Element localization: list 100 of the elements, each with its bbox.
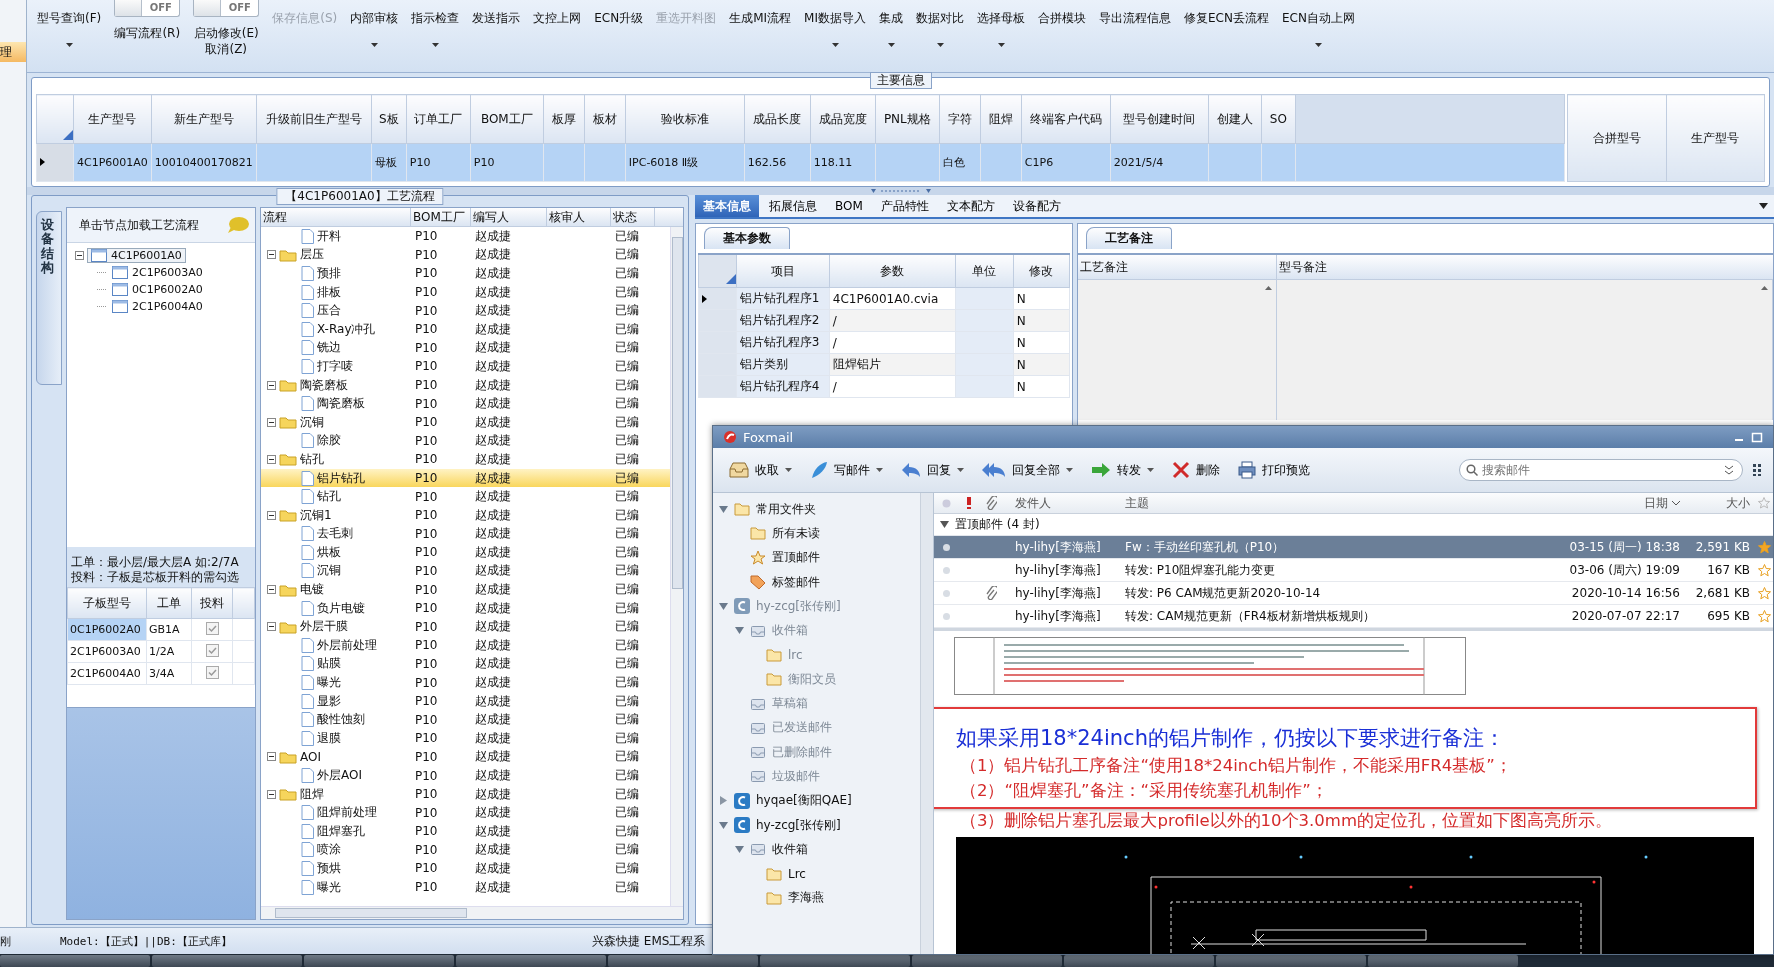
column-header[interactable]: 验收标准 (625, 94, 745, 144)
expand-toggle-icon[interactable] (267, 585, 276, 595)
table-row[interactable]: 打字唛 P10 赵成捷 已编 (261, 357, 670, 376)
column-header[interactable]: 型号备注 (1277, 255, 1773, 279)
column-header[interactable]: S板 (371, 94, 407, 144)
folder-item[interactable]: 置顶邮件 (772, 549, 820, 567)
expand-arrow-icon[interactable] (719, 504, 728, 514)
expand-arrow-icon[interactable] (735, 844, 744, 854)
dropdown-arrow-icon[interactable] (1759, 203, 1768, 209)
expand-toggle-icon[interactable] (267, 417, 276, 427)
table-row[interactable]: 沉铜 P10 赵成捷 已编 (261, 412, 670, 432)
toolbar-button[interactable]: 收取 (725, 459, 796, 481)
column-header[interactable]: 合拼型号 (1567, 94, 1666, 182)
table-row[interactable]: 钻孔 P10 赵成捷 已编 (261, 450, 670, 469)
table-row[interactable]: 曝光 P10 赵成捷 已编 (261, 877, 670, 897)
table-row[interactable]: 贴膜 P10 赵成捷 已编 (261, 654, 670, 674)
splitter-handle-icon[interactable] (870, 188, 931, 194)
table-row[interactable]: 酸性蚀刻 P10 赵成捷 已编 (261, 710, 670, 730)
column-header[interactable]: 工艺备注 (1078, 255, 1277, 279)
maximize-icon[interactable] (1751, 431, 1763, 443)
column-header[interactable]: 单位 (955, 254, 1014, 288)
toolbar-button[interactable]: 合拼模块 (1038, 0, 1086, 27)
toolbar-button[interactable]: MI数据导入 (804, 0, 866, 47)
table-row[interactable]: 外层干膜 P10 赵成捷 已编 (261, 617, 670, 637)
star-icon[interactable] (1758, 540, 1771, 554)
tab[interactable]: 拓展信息 (761, 195, 825, 217)
column-header[interactable]: 阻焊 (980, 94, 1022, 144)
column-header[interactable]: 字符 (939, 94, 981, 144)
toolbar-button[interactable]: 转发 (1087, 459, 1158, 481)
folder-item[interactable]: 收件箱 (772, 840, 808, 858)
taskbar-button[interactable] (608, 955, 758, 967)
tab[interactable]: 基本参数 (704, 227, 790, 249)
table-row[interactable]: 沉铜1 P10 赵成捷 已编 (261, 505, 670, 525)
toolbar-button[interactable]: 写邮件 (806, 459, 887, 481)
scrollbar[interactable] (670, 227, 683, 906)
table-row[interactable]: 钻孔 P10 赵成捷 已编 (261, 487, 670, 506)
toolbar-button[interactable]: 集成 (879, 0, 903, 47)
mail-row[interactable]: hy-lihy[李海燕] Fw：手动丝印塞孔机（P10） 03-15 (周一) 18:38 2,591 KB (934, 536, 1773, 559)
checkbox[interactable] (205, 665, 219, 679)
taskbar-button[interactable] (304, 955, 454, 967)
table-row[interactable]: 外层AOI P10 赵成捷 已编 (261, 766, 670, 785)
table-row[interactable]: 铝片钻孔程序3 / N (698, 331, 1070, 354)
folder-item[interactable]: 所有未读 (772, 524, 820, 542)
table-row[interactable]: 压合 P10 赵成捷 已编 (261, 301, 670, 320)
table-row[interactable]: 喷涂 P10 赵成捷 已编 (261, 840, 670, 860)
table-row[interactable]: 阻焊塞孔 P10 赵成捷 已编 (261, 822, 670, 841)
table-row[interactable]: 预排 P10 赵成捷 已编 (261, 264, 670, 283)
column-header[interactable]: 型号创建时间 (1110, 94, 1209, 144)
folder-item[interactable]: 常用文件夹 (756, 500, 816, 518)
table-row[interactable]: 去毛刺 P10 赵成捷 已编 (261, 524, 670, 544)
toolbar-button[interactable]: 删除 (1168, 459, 1224, 481)
table-cell[interactable]: 0C1P6002A0 (67, 618, 147, 641)
table-row[interactable]: 负片电镀 P10 赵成捷 已编 (261, 598, 670, 618)
column-header[interactable]: 修改 (1013, 254, 1070, 288)
toolbar-button[interactable]: ECN升级 (594, 0, 644, 27)
toggle-switch[interactable]: OFF (114, 0, 181, 17)
column-header[interactable]: 板厚 (543, 94, 585, 144)
table-row[interactable]: 铝片钻孔程序2 / N (698, 309, 1070, 332)
column-header[interactable]: 参数 (829, 254, 955, 288)
table-row[interactable]: 陶瓷磨板 P10 赵成捷 已编 (261, 394, 670, 413)
toolbar-button[interactable]: 数据对比 (916, 0, 964, 47)
column-header[interactable]: 成品长度 (744, 94, 811, 144)
table-row[interactable]: AOI P10 赵成捷 已编 (261, 747, 670, 767)
column-header[interactable]: 编写人 (471, 208, 547, 226)
table-row[interactable]: 开料 P10 赵成捷 已编 (261, 227, 670, 246)
star-icon[interactable] (1758, 609, 1771, 623)
table-row[interactable]: 外层前处理 P10 赵成捷 已编 (261, 636, 670, 655)
table-row[interactable]: 曝光 P10 赵成捷 已编 (261, 673, 670, 692)
scrollbar[interactable] (920, 493, 933, 954)
scroll-up-icon[interactable] (1265, 286, 1272, 290)
table-row[interactable]: 4C1P6001A0 10010400170821 母板 P10 P10 IPC-6018 Ⅱ级 162.56 118.11 白色 C1P6 2021/5/4 (36, 143, 1565, 182)
table-cell[interactable]: 2C1P6004A0 (67, 662, 147, 685)
expand-toggle-icon[interactable] (267, 510, 276, 520)
mail-row[interactable]: hy-lihy[李海燕] 转发: CAM规范更新（FR4板材新增烘板规则） 2020-07-07 22:17 695 KB (934, 605, 1773, 628)
table-row[interactable]: 沉铜 P10 赵成捷 已编 (261, 561, 670, 581)
toolbar-button[interactable]: 修复ECN丢流程 (1184, 0, 1269, 27)
table-row[interactable]: 烘板 P10 赵成捷 已编 (261, 543, 670, 562)
tab[interactable]: 设备配方 (1004, 195, 1069, 217)
checkbox[interactable] (205, 621, 219, 635)
nav-item[interactable]: 理 (0, 42, 26, 62)
folder-item[interactable]: hyqae[衡阳QAE] (756, 792, 852, 810)
column-header[interactable]: 投料 (191, 587, 233, 619)
folder-item[interactable]: 标签邮件 (772, 573, 820, 591)
column-header[interactable]: 日期 (1495, 494, 1680, 512)
toolbar-button[interactable]: 导出流程信息 (1099, 0, 1171, 27)
toolbar-button[interactable]: 文控上网 (533, 0, 582, 27)
table-row[interactable]: 铝片钻孔 P10 赵成捷 已编 (261, 468, 670, 488)
table-row[interactable]: 除胶 P10 赵成捷 已编 (261, 431, 670, 451)
column-header[interactable]: 生产型号 (1666, 94, 1765, 182)
table-row[interactable]: 铝片钻孔程序4 / N (698, 375, 1070, 398)
table-row[interactable]: 陶瓷磨板 P10 赵成捷 已编 (261, 375, 670, 395)
scrollbar[interactable] (261, 906, 683, 919)
column-header[interactable]: 子板型号 (67, 587, 147, 619)
column-header[interactable]: PNL规格 (875, 94, 940, 144)
column-header[interactable]: 订单工厂 (406, 94, 471, 144)
toolbar-button[interactable]: 指示检查 (411, 0, 460, 47)
column-header[interactable]: 流程 (261, 208, 411, 226)
column-header[interactable]: BOM工厂 (470, 94, 544, 144)
table-row[interactable]: 铝片钻孔程序1 4C1P6001A0.cvia N (698, 287, 1070, 310)
table-row[interactable]: X-Ray冲孔 P10 赵成捷 已编 (261, 319, 670, 339)
